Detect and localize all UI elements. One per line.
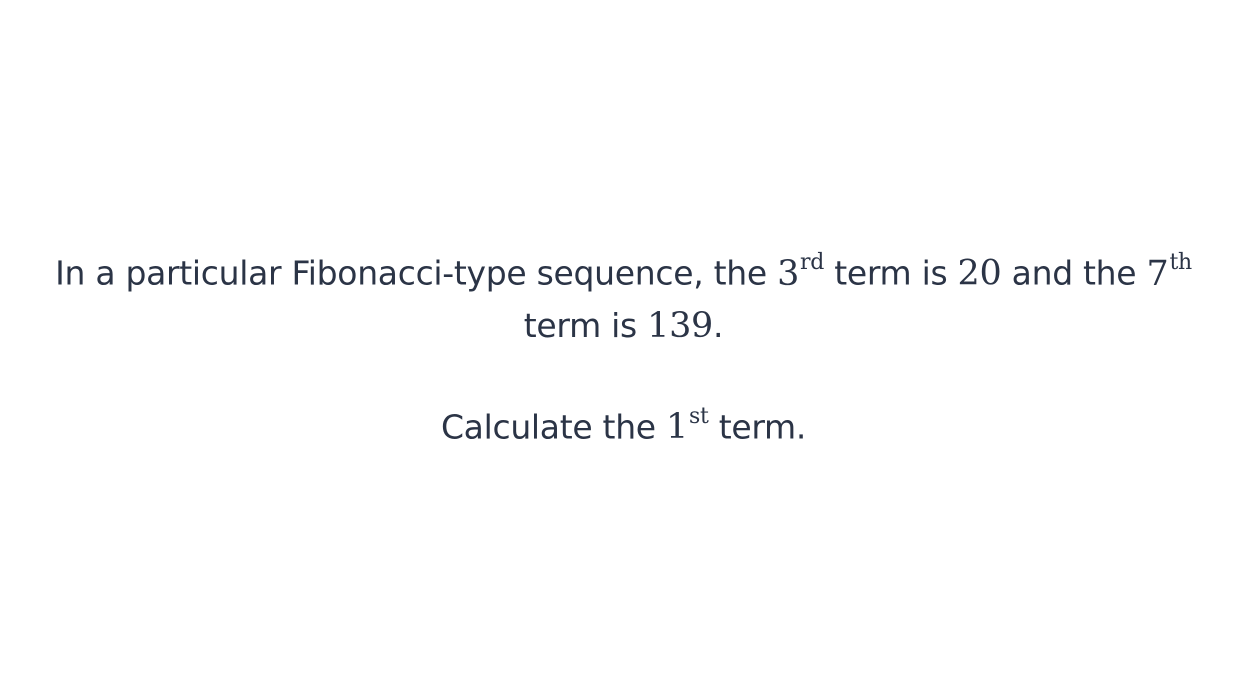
question-prompt: Calculate the 1st term. bbox=[0, 394, 1247, 454]
math-value-20: 20 bbox=[957, 253, 1002, 294]
ordinal-suffix-rd: rd bbox=[800, 250, 825, 275]
statement-text-3: and the bbox=[1001, 253, 1147, 293]
math-number-3: 3 bbox=[777, 253, 800, 294]
prompt-text-1: Calculate the bbox=[440, 407, 666, 447]
question-block: In a particular Fibonacci-type sequence,… bbox=[0, 240, 1247, 453]
math-value-139: 139 bbox=[647, 305, 714, 346]
ordinal-suffix-th: th bbox=[1169, 250, 1192, 275]
ordinal-suffix-st: st bbox=[688, 403, 709, 429]
statement-text-4: term is bbox=[523, 305, 648, 345]
math-seventh-term: 7th bbox=[1146, 250, 1193, 294]
math-number-1: 1 bbox=[666, 407, 688, 448]
question-statement: In a particular Fibonacci-type sequence,… bbox=[0, 240, 1247, 352]
statement-text-1: In a particular Fibonacci-type sequence,… bbox=[55, 253, 778, 293]
prompt-text-2: term. bbox=[708, 407, 807, 447]
statement-text-5: . bbox=[713, 305, 724, 345]
math-number-7: 7 bbox=[1146, 253, 1169, 294]
math-first-term: 1st bbox=[666, 403, 709, 448]
statement-text-2: term is bbox=[824, 253, 958, 293]
math-third-term: 3rd bbox=[777, 250, 824, 294]
